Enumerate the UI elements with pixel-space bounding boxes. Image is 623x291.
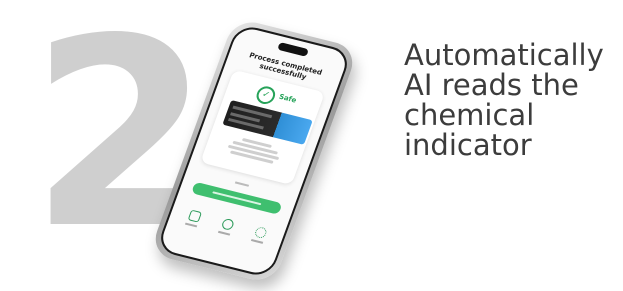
nav-label xyxy=(217,230,231,236)
nav-item-home[interactable] xyxy=(179,209,205,236)
home-icon xyxy=(187,209,202,223)
result-card: ✓ Safe xyxy=(200,69,326,186)
step-caption: Automatically AI reads the chemical indi… xyxy=(404,40,619,160)
phone-notch xyxy=(277,42,310,57)
caption-line: Automatically xyxy=(404,38,604,72)
nav-item-history[interactable] xyxy=(212,217,238,244)
nav-item-settings[interactable] xyxy=(245,225,271,252)
promo-step-panel: 2 Process completed successfully ✓ Safe xyxy=(0,0,623,291)
bottom-nav xyxy=(179,209,271,252)
phone-body: Process completed successfully ✓ Safe xyxy=(148,17,360,285)
caption-line: indicator xyxy=(404,128,532,162)
primary-action-button[interactable] xyxy=(191,181,283,215)
phone-screen: Process completed successfully ✓ Safe xyxy=(155,23,353,279)
status-label: Safe xyxy=(277,92,298,105)
caption-line: chemical xyxy=(404,98,535,132)
caption-line: AI reads the xyxy=(404,68,579,102)
history-icon xyxy=(220,217,235,231)
nav-label xyxy=(184,222,198,228)
check-icon: ✓ xyxy=(254,84,278,106)
nav-label xyxy=(250,239,264,244)
phone-mockup: Process completed successfully ✓ Safe xyxy=(148,17,370,288)
settings-icon xyxy=(253,225,268,239)
